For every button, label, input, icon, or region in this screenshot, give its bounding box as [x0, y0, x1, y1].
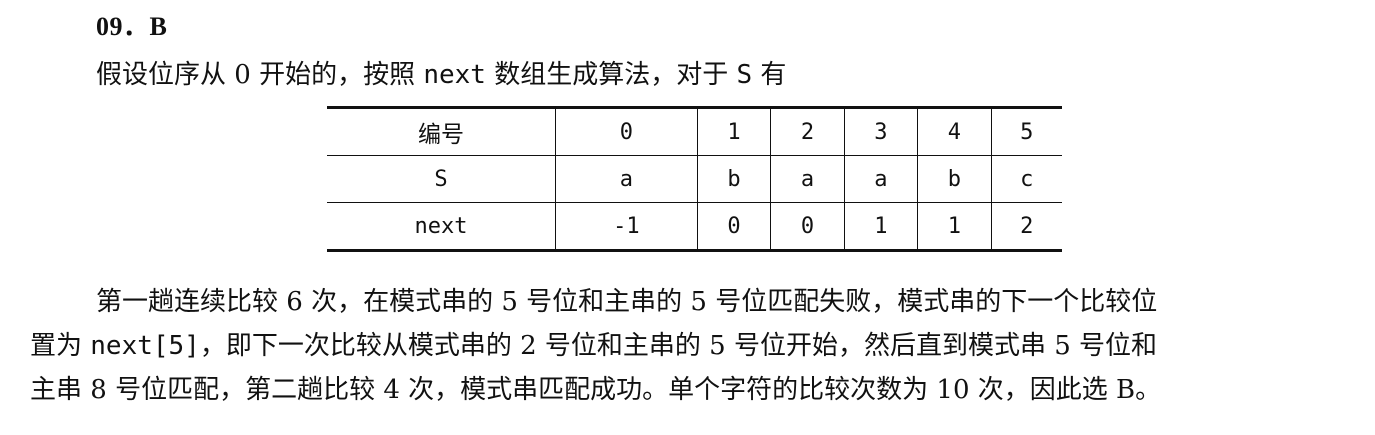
table-cell: 2	[770, 107, 845, 156]
intro-sentence: 假设位序从 0 开始的，按照 next 数组生成算法，对于 S 有	[96, 58, 786, 92]
table-cell: b	[696, 155, 771, 203]
table-cell: b	[917, 155, 992, 203]
explanation-line-1: 第一趟连续比较 6 次，在模式串的 5 号位和主串的 5 号位匹配失败，模式串的…	[96, 287, 1158, 317]
explanation-line-2: 置为 next[5]，即下一次比较从模式串的 2 号位和主串的 5 号位开始，然…	[30, 324, 1375, 368]
table-row: next -1 0 0 1 1 2	[327, 202, 1062, 251]
intro-var-s: S	[736, 60, 753, 90]
intro-text-3: 有	[752, 60, 787, 90]
explanation-line-2-pre: 置为	[30, 331, 91, 361]
explanation-line-3: 主串 8 号位匹配，第二趟比较 4 次，模式串匹配成功。单个字符的比较次数为 1…	[30, 375, 1162, 405]
explanation-paragraph: 第一趟连续比较 6 次，在模式串的 5 号位和主串的 5 号位匹配失败，模式串的…	[30, 280, 1375, 412]
table-cell: 1	[917, 202, 992, 251]
table-cell: 0	[555, 107, 698, 156]
table-cell: 1	[843, 202, 918, 251]
answer-heading: 09．B	[96, 12, 168, 41]
table-cell: 1	[696, 107, 771, 156]
intro-text-1: 假设位序从 0 开始的，按照	[96, 60, 424, 90]
next-array-table: 编号 0 1 2 3 4 5 Sa b a a b c next -1 0 0 1 1 2	[327, 106, 1062, 252]
table-cell: -1	[555, 202, 698, 251]
table-cell: a	[770, 155, 845, 203]
table-cell: 0	[770, 202, 845, 251]
table-cell: a	[555, 155, 698, 203]
intro-code-next: next	[423, 60, 486, 90]
table-row: Sabaabc	[327, 155, 1062, 203]
explanation-code-next5: next[5]	[90, 331, 200, 361]
table-cell: 5	[990, 107, 1062, 156]
table-cell: 2	[990, 202, 1062, 251]
table-cell: a	[843, 155, 918, 203]
explanation-line-2-post: ，即下一次比较从模式串的 2 号位和主串的 5 号位开始，然后直到模式串 5 号…	[199, 331, 1158, 361]
table-row: 编号 0 1 2 3 4 5	[327, 107, 1062, 156]
row-label: 编号	[418, 122, 464, 148]
row-label: S	[327, 155, 556, 203]
intro-text-2: 数组生成算法，对于	[485, 60, 737, 90]
table-cell: 3	[843, 107, 918, 156]
table-cell: c	[990, 155, 1062, 203]
table-cell: 0	[696, 202, 771, 251]
table-cell: 4	[917, 107, 992, 156]
row-label: next	[327, 202, 556, 251]
